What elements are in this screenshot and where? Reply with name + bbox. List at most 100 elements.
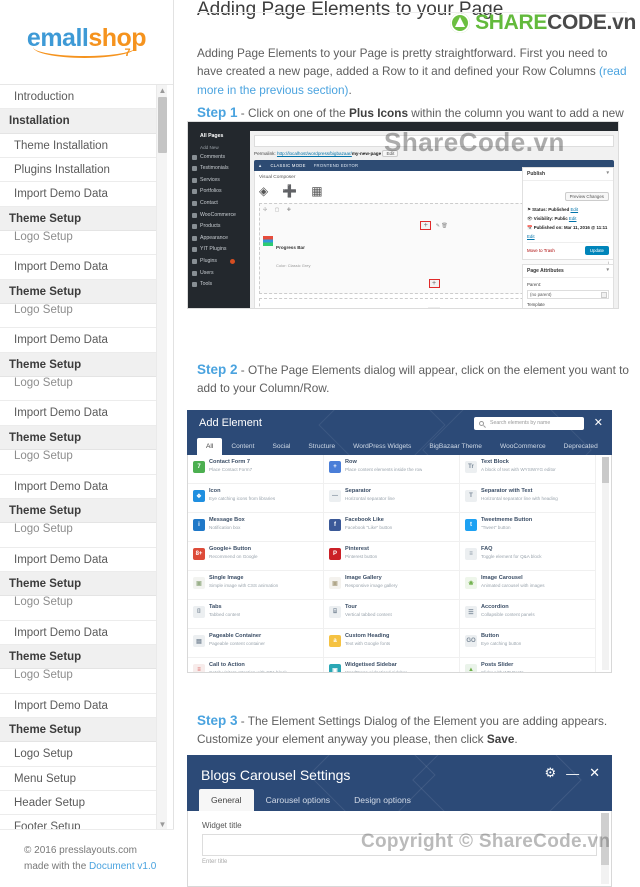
wp-menu-item-plugins[interactable]: Plugins [188,256,250,268]
element-card-icon[interactable]: ❖ Icon Eye catching icons from libraries [188,484,324,513]
element-card-single-image[interactable]: ▣ Single Image Simple image with CSS anima… [188,571,324,600]
sidebar-item-logo-setup[interactable]: Logo Setup [0,304,162,329]
sidebar-item-header-setup[interactable]: Header Setup [0,790,162,816]
element-card-row[interactable]: + Row Place content elements inside the ro… [324,455,460,484]
add-element-tab-bigbazaar-theme[interactable]: BigBazaar Theme [420,438,491,455]
wp-page-title-input[interactable] [254,135,614,147]
permalink-url[interactable]: http://localhost/wordpress/bigbazaar/ [277,151,352,156]
element-card-message-box[interactable]: i Message Box Notification box [188,513,324,542]
element-card-pageable-container[interactable]: ▤ Pageable Container Pageable content cont… [188,629,324,658]
element-card-tweetmeme-button[interactable]: t Tweetmeme Button "Tweet" button [460,513,596,542]
sidebar-item-import-demo-data[interactable]: Import Demo Data [0,328,162,353]
close-icon[interactable]: ✕ [589,765,600,781]
add-element-scrollbar[interactable] [602,457,609,670]
settings-dialog-scrollbar[interactable] [601,813,609,884]
element-card-faq[interactable]: ≡ FAQ Toggle element for Q&A block [460,542,596,571]
parent-select-chevron-icon[interactable] [601,292,607,298]
add-element-tab-all[interactable]: All [197,438,223,455]
visibility-edit-link[interactable]: Edit [569,216,577,221]
sidebar-item-logo-setup[interactable]: Logo Setup [0,523,162,548]
scroll-up-arrow-icon[interactable]: ▲ [157,85,168,96]
vc-plus-icon-highlighted-top[interactable]: + [420,221,432,230]
wp-menu-item-woocommerce[interactable]: WooCommerce [188,210,250,222]
sidebar-item-import-demo-data[interactable]: Import Demo Data [0,547,162,572]
emallshop-logo[interactable]: emallshop 7 [27,25,147,59]
footer-document-link[interactable]: Document v1.0 [89,861,156,872]
sidebar-item-import-demo-data[interactable]: Import Demo Data [0,693,162,718]
sidebar-scrollbar[interactable]: ▲ ▼ [156,85,167,829]
add-element-search-input[interactable]: Search elements by name [474,417,584,430]
sidebar-item-import-demo-data[interactable]: Import Demo Data [0,182,162,207]
settings-tab-general[interactable]: General [199,789,254,811]
wp-menu-item-services[interactable]: Services [188,175,250,187]
add-element-scrollbar-thumb[interactable] [602,457,609,483]
element-card-widgetised-sidebar[interactable]: ▣ Widgetised Sidebar WordPress widgetised … [324,658,460,672]
vc-templates-icon[interactable]: ▦ [311,185,322,197]
sidebar-item-import-demo-data[interactable]: Import Demo Data [0,620,162,645]
add-element-tab-social[interactable]: Social [263,438,299,455]
vc-classic-mode-tab[interactable]: CLASSIC MODE [270,163,305,168]
sidebar-item-logo-setup[interactable]: Logo Setup [0,450,162,475]
close-icon[interactable]: ✕ [594,416,603,429]
element-card-tabs[interactable]: ⌷ Tabs Tabbed content [188,600,324,629]
gear-icon[interactable]: ⚙ [544,765,556,781]
sidebar-item-logo-setup[interactable]: Logo Setup [0,377,162,402]
element-card-image-carousel[interactable]: ❀ Image Carousel Animated carousel with im… [460,571,596,600]
settings-dialog-scrollbar-thumb[interactable] [601,813,609,865]
element-card-contact-form-7[interactable]: 7 Contact Form 7 Place Contact Form7 [188,455,324,484]
element-card-image-gallery[interactable]: ▣ Image Gallery Responsive image gallery [324,571,460,600]
wp-menu-item-contact[interactable]: Contact [188,198,250,210]
sidebar-scrollbar-thumb[interactable] [158,97,167,153]
settings-tab-design-options[interactable]: Design options [342,789,423,811]
vc-add-element-icon[interactable]: ➕ [282,185,297,197]
wp-menu-item-appearance[interactable]: Appearance [188,233,250,245]
add-element-tab-content[interactable]: Content [222,438,263,455]
sidebar-item-logo-setup[interactable]: Logo Setup [0,742,162,767]
element-card-text-block[interactable]: Tr Text Block A block of text with WYSIWYG… [460,455,596,484]
settings-tab-carousel-options[interactable]: Carousel options [254,789,343,811]
add-element-tab-structure[interactable]: Structure [299,438,344,455]
wp-menu-item-yit-plugins[interactable]: YIT Plugins [188,244,250,256]
wp-menu-item-products[interactable]: Products [188,221,250,233]
move-to-trash-link[interactable]: Move to Trash [527,248,555,253]
widget-title-input[interactable] [202,834,597,856]
permalink-edit-button[interactable]: Edit [382,150,399,157]
sidebar-item-import-demo-data[interactable]: Import Demo Data [0,474,162,499]
sidebar-item-import-demo-data[interactable]: Import Demo Data [0,401,162,426]
element-card-pinterest[interactable]: P Pinterest Pinterest button [324,542,460,571]
sidebar-item-logo-setup[interactable]: Logo Setup [0,669,162,694]
sidebar-item-logo-setup[interactable]: Logo Setup [0,596,162,621]
vc-plus-icon-empty-row[interactable]: + [428,307,440,308]
element-card-custom-heading[interactable]: a Custom Heading Text with Google fonts [324,629,460,658]
wp-menu-item-add-new[interactable]: Add New [188,143,250,152]
vc-brand-icon[interactable]: ◈ [259,185,268,197]
sidebar-item-plugins-installation[interactable]: Plugins Installation [0,158,162,183]
parent-select[interactable]: (no parent) [527,290,609,299]
page-attributes-toggle-icon[interactable]: ▾ [606,267,609,273]
published-edit-link[interactable]: Edit [527,234,535,239]
wp-menu-item-users[interactable]: Users [188,268,250,280]
wp-menu-item-comments[interactable]: Comments [188,152,250,164]
add-element-tab-woocommerce[interactable]: WooCommerce [491,438,555,455]
vc-frontend-editor-tab[interactable]: FRONTEND EDITOR [314,163,359,168]
status-edit-link[interactable]: Edit [571,207,579,212]
sidebar-item-logo-setup[interactable]: Logo Setup [0,231,162,256]
sidebar-item-menu-setup[interactable]: Menu Setup [0,766,162,791]
update-button[interactable]: Update [584,246,609,255]
publish-toggle-icon[interactable]: ▾ [606,170,609,176]
preview-changes-button[interactable]: Preview Changes [564,192,609,201]
element-card-separator[interactable]: — Separator Horizontal separator line [324,484,460,513]
wp-menu-item-tools[interactable]: Tools [188,279,250,291]
element-card-accordion[interactable]: ☰ Accordion Collapsible content panels [460,600,596,629]
element-card-call-to-action[interactable]: ≡ Call to Action Catch visitors attention … [188,658,324,672]
element-card-facebook-like[interactable]: f Facebook Like Facebook "Like" button [324,513,460,542]
sidebar-item-import-demo-data[interactable]: Import Demo Data [0,255,162,280]
wp-menu-item-portfolios[interactable]: Portfolios [188,186,250,198]
element-card-google-button[interactable]: 8+ Google+ Button Recommend on Google [188,542,324,571]
minimize-icon[interactable]: — [566,766,579,781]
sidebar-item-theme-installation[interactable]: Theme Installation [0,133,162,159]
wp-menu-item-testimonials[interactable]: Testimonials [188,163,250,175]
element-card-separator-with-text[interactable]: T Separator with Text Horizontal separator… [460,484,596,513]
scroll-down-arrow-icon[interactable]: ▼ [157,819,168,829]
add-element-tab-wordpress-widgets[interactable]: WordPress Widgets [344,438,420,455]
